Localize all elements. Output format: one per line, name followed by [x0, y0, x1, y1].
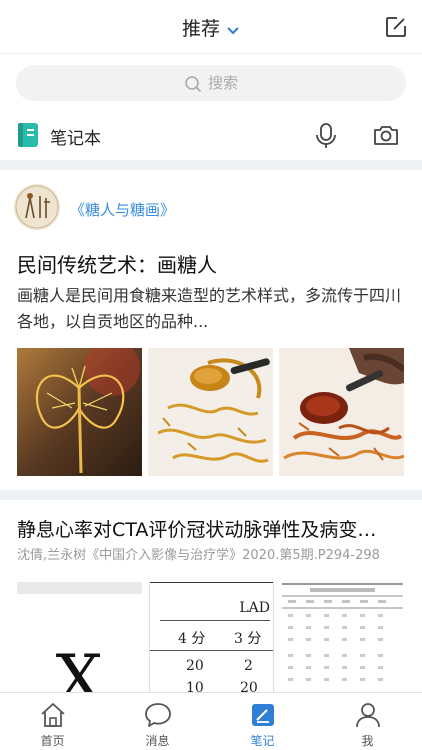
top-bar: 推荐: [0, 0, 422, 54]
section-divider: [0, 490, 422, 500]
notebook-icon: [16, 122, 40, 152]
chevron-down-icon: [226, 19, 240, 41]
thumbnail-image[interactable]: X: [17, 582, 142, 693]
tab-messages[interactable]: 消息: [105, 693, 210, 750]
feed-selector-label: 推荐: [181, 18, 220, 40]
thumbnail-image[interactable]: [17, 348, 142, 476]
thumbnail-image[interactable]: [148, 348, 273, 476]
tab-label: 首页: [40, 734, 65, 748]
note-icon: [252, 704, 274, 726]
table-rule: [150, 582, 273, 594]
search-placeholder: 搜索: [207, 74, 238, 92]
thumbnail-image[interactable]: [279, 348, 404, 476]
book-title-link[interactable]: 《糖人与糖画》: [70, 199, 175, 220]
notebook-bar: 笔记本: [0, 112, 422, 160]
camera-icon: [374, 126, 398, 145]
book-cover-avatar[interactable]: [14, 184, 60, 230]
figure-letter: X: [56, 641, 103, 693]
table-rule: [160, 620, 270, 621]
card-title: 静息心率对CTA评价冠状动脉弹性及病变…: [17, 519, 377, 541]
table-col-header: 4 分: [178, 631, 206, 647]
thumbnail-table[interactable]: LAD 4 分 3 分 20 2 10 20: [149, 582, 274, 693]
feed-card[interactable]: 静息心率对CTA评价冠状动脉弹性及病变… 沈倩,兰永树《中国介入影像与治疗学》2…: [0, 500, 422, 693]
notebook-link[interactable]: 笔记本: [50, 124, 101, 149]
tab-home[interactable]: 首页: [0, 693, 105, 750]
compose-button[interactable]: [384, 15, 408, 39]
microphone-icon: [316, 123, 336, 148]
card-title: 民间传统艺术：画糖人: [17, 253, 217, 277]
table-header: LAD: [239, 600, 270, 616]
search-input[interactable]: 搜索: [16, 65, 406, 101]
tab-label: 笔记: [250, 734, 275, 748]
search-placeholder-row: 搜索: [16, 72, 406, 93]
voice-input-button[interactable]: [315, 122, 337, 154]
image-gallery: [17, 348, 405, 476]
edit-icon: [386, 17, 406, 37]
message-icon: [145, 703, 171, 727]
table-cell: 20: [186, 658, 204, 674]
profile-icon: [356, 703, 380, 728]
feed-selector[interactable]: 推荐: [0, 14, 422, 41]
feed-card[interactable]: 《糖人与糖画》 民间传统艺术：画糖人 画糖人是民间用食糖来造型的艺术样式，多流传…: [0, 170, 422, 490]
camera-button[interactable]: [373, 124, 399, 150]
table-rule: [150, 650, 273, 651]
thumbnail-table[interactable]: [280, 582, 405, 693]
card-snippet: 画糖人是民间用食糖来造型的艺术样式，多流传于四川各地，以自贡地区的品种...: [17, 286, 402, 331]
bottom-tab-bar: 首页 消息 笔记 我: [0, 692, 422, 750]
section-divider: [0, 160, 422, 170]
table-cell: 2: [244, 658, 253, 674]
card-citation: 沈倩,兰永树《中国介入影像与治疗学》2020.第5期.P294-298: [17, 548, 380, 563]
tab-notes[interactable]: 笔记: [210, 693, 315, 750]
tab-label: 消息: [145, 734, 170, 748]
tab-profile[interactable]: 我: [315, 693, 420, 750]
table-col-header: 3 分: [234, 631, 262, 647]
tab-label: 我: [361, 734, 374, 748]
search-icon: [185, 75, 202, 92]
home-icon: [41, 703, 65, 727]
